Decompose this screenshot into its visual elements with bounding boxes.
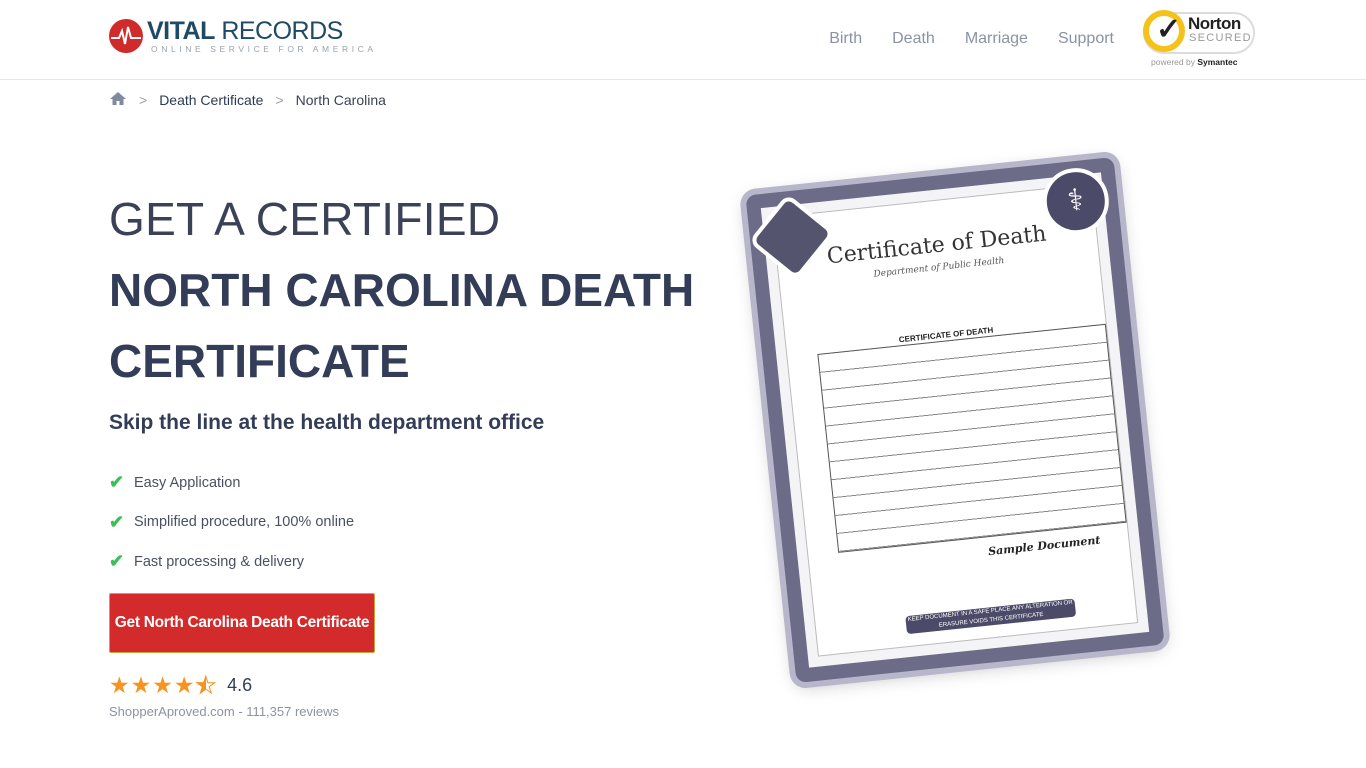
logo-tagline: ONLINE SERVICE FOR AMERICA xyxy=(151,44,377,54)
rating-value: 4.6 xyxy=(227,675,253,695)
nav-birth[interactable]: Birth xyxy=(829,30,862,48)
check-icon: ✔ xyxy=(109,511,125,532)
feature-item: ✔ Easy Application xyxy=(109,472,241,493)
sample-certificate-image: ⚕ Certificate of Death Department of Pub… xyxy=(745,157,1165,683)
chevron-right-icon: > xyxy=(139,92,148,108)
subtitle: Skip the line at the health department o… xyxy=(109,411,545,434)
star-rating-icon: ★★★★★ xyxy=(109,672,218,699)
check-icon: ✔ xyxy=(109,551,125,572)
get-certificate-button[interactable]: Get North Carolina Death Certificate xyxy=(109,593,375,653)
breadcrumb-current: North Carolina xyxy=(295,92,386,108)
review-source: ShopperAproved.com - 111,357 reviews xyxy=(109,704,340,719)
check-icon: ✔ xyxy=(109,472,125,493)
norton-secured-badge[interactable]: ✓ Norton SECURED powered by Symantec xyxy=(1143,10,1257,70)
vital-records-logo[interactable]: VITAL RECORDS ONLINE SERVICE FOR AMERICA xyxy=(109,18,377,54)
home-icon[interactable] xyxy=(109,91,127,109)
certificate-form xyxy=(817,323,1127,553)
site-header: VITAL RECORDS ONLINE SERVICE FOR AMERICA… xyxy=(0,0,1366,80)
rating: ★★★★★ 4.6 xyxy=(109,672,252,699)
feature-item: ✔ Fast processing & delivery xyxy=(109,551,305,572)
logo-text: VITAL RECORDS xyxy=(147,17,343,45)
feature-item: ✔ Simplified procedure, 100% online xyxy=(109,511,355,532)
nav-death[interactable]: Death xyxy=(892,30,935,48)
feature-list: ✔ Easy Application ✔ Simplified procedure,… xyxy=(109,463,354,582)
page-title: GET A CERTIFIED NORTH CAROLINA DEATH CER… xyxy=(109,193,695,387)
breadcrumb: > Death Certificate > North Carolina xyxy=(109,91,386,109)
nav-support[interactable]: Support xyxy=(1058,30,1114,48)
nav-marriage[interactable]: Marriage xyxy=(965,30,1028,48)
heartbeat-icon xyxy=(109,19,143,53)
norton-check-icon: ✓ xyxy=(1143,10,1185,52)
chevron-right-icon: > xyxy=(275,92,284,108)
main-nav: Birth Death Marriage Support xyxy=(799,30,1114,48)
breadcrumb-death-certificate[interactable]: Death Certificate xyxy=(159,92,263,108)
